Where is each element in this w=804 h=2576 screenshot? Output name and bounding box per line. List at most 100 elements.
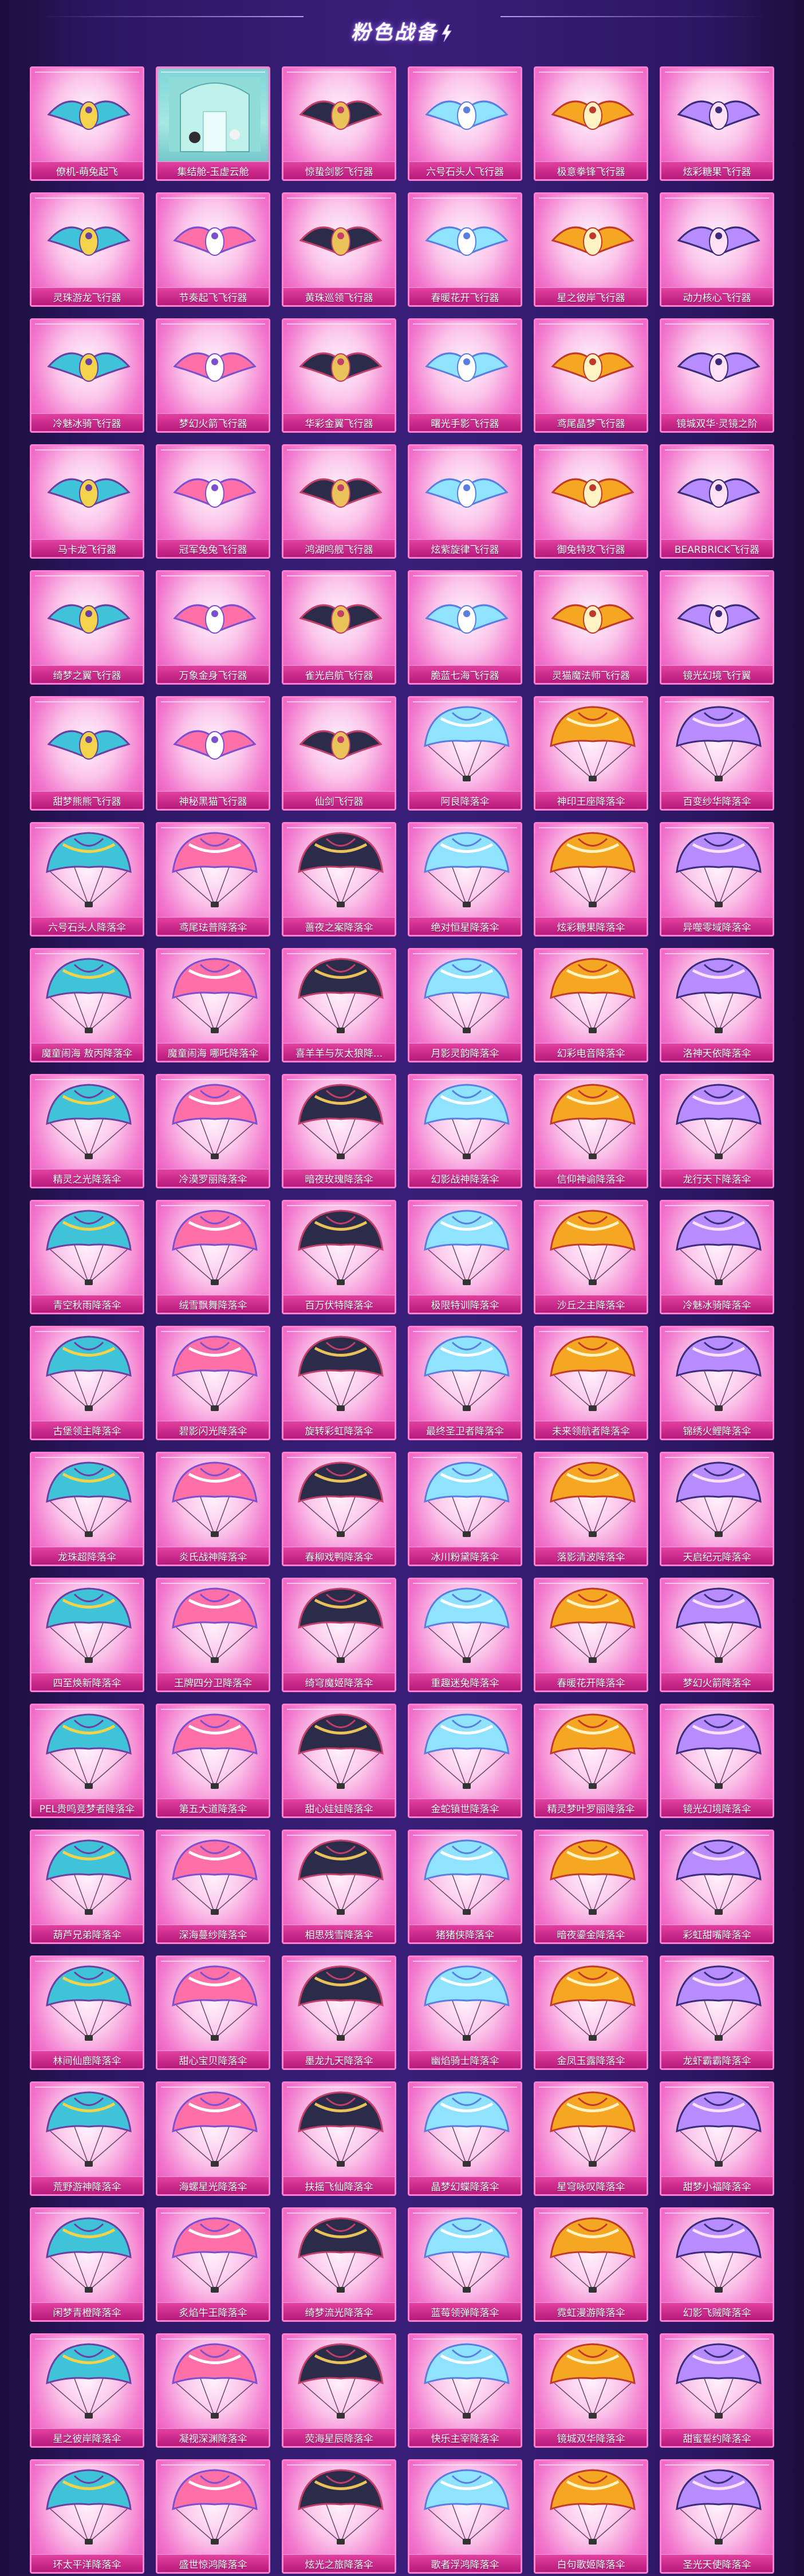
item-card[interactable]: 百变纱华降落伞: [660, 696, 774, 811]
item-card[interactable]: 古堡领主降落伞: [30, 1326, 144, 1440]
item-card[interactable]: 灵猫魔法师飞行器: [534, 570, 648, 685]
item-card[interactable]: 快乐主宰降落伞: [408, 2333, 522, 2448]
item-card[interactable]: 阿良降落伞: [408, 696, 522, 811]
item-card[interactable]: 暗夜鎏金降落伞: [534, 1830, 648, 1944]
item-card[interactable]: 冷漠罗丽降落伞: [156, 1074, 270, 1188]
item-card[interactable]: 锦绣火鲤降落伞: [660, 1326, 774, 1440]
item-card[interactable]: 绮梦之翼飞行器: [30, 570, 144, 685]
item-card[interactable]: PEL贵鸣竞梦者降落伞: [30, 1704, 144, 1818]
item-card[interactable]: 暗夜玫瑰降落伞: [282, 1074, 396, 1188]
item-card[interactable]: 绝对恒星降落伞: [408, 822, 522, 937]
item-card[interactable]: 春柳戏鸭降落伞: [282, 1452, 396, 1566]
item-card[interactable]: 动力核心飞行器: [660, 192, 774, 307]
item-card[interactable]: 神印王座降落伞: [534, 696, 648, 811]
item-card[interactable]: 甜蜜誓约降落伞: [660, 2333, 774, 2448]
item-card[interactable]: 龙行天下降落伞: [660, 1074, 774, 1188]
item-card[interactable]: 幻影战神降落伞: [408, 1074, 522, 1188]
item-card[interactable]: 霓虹漫游降落伞: [534, 2207, 648, 2322]
item-card[interactable]: 绮穹魔姬降落伞: [282, 1578, 396, 1692]
item-card[interactable]: 沙丘之主降落伞: [534, 1200, 648, 1314]
item-card[interactable]: 盛世惊鸿降落伞: [156, 2459, 270, 2574]
item-card[interactable]: 青空秋雨降落伞: [30, 1200, 144, 1314]
item-card[interactable]: 镜城双华降落伞: [534, 2333, 648, 2448]
item-card[interactable]: 梦幻火箭飞行器: [156, 318, 270, 433]
item-card[interactable]: 僚机-萌兔起飞: [30, 66, 144, 181]
item-card[interactable]: 梦幻火箭降落伞: [660, 1578, 774, 1692]
item-card[interactable]: 喜羊羊与灰太狼降...: [282, 948, 396, 1062]
item-card[interactable]: 彩虹甜嘴降落伞: [660, 1830, 774, 1944]
item-card[interactable]: 魔童闹海 哪吒降落伞: [156, 948, 270, 1062]
item-card[interactable]: 碧影闪光降落伞: [156, 1326, 270, 1440]
item-card[interactable]: 镜光幻境飞行翼: [660, 570, 774, 685]
item-card[interactable]: 荧海星辰降落伞: [282, 2333, 396, 2448]
item-card[interactable]: 炫彩糖果飞行器: [660, 66, 774, 181]
item-card[interactable]: BEARBRICK飞行器: [660, 444, 774, 559]
item-card[interactable]: 金凤玉露降落伞: [534, 1955, 648, 2070]
item-card[interactable]: 龙珠超降落伞: [30, 1452, 144, 1566]
item-card[interactable]: 深海蔓纱降落伞: [156, 1830, 270, 1944]
item-card[interactable]: 圣光天使降落伞: [660, 2459, 774, 2574]
item-card[interactable]: 凝视深渊降落伞: [156, 2333, 270, 2448]
item-card[interactable]: 蓝莓领弹降落伞: [408, 2207, 522, 2322]
item-card[interactable]: 扶摇飞仙降落伞: [282, 2081, 396, 2196]
item-card[interactable]: 灵珠游龙飞行器: [30, 192, 144, 307]
item-card[interactable]: 春暖花开降落伞: [534, 1578, 648, 1692]
item-card[interactable]: 精灵之光降落伞: [30, 1074, 144, 1188]
item-card[interactable]: 金蛇镇世降落伞: [408, 1704, 522, 1818]
item-card[interactable]: 绮梦流光降落伞: [282, 2207, 396, 2322]
item-card[interactable]: 冰川粉黛降落伞: [408, 1452, 522, 1566]
item-card[interactable]: 雀光启航飞行器: [282, 570, 396, 685]
item-card[interactable]: 御兔特攻飞行器: [534, 444, 648, 559]
item-card[interactable]: 极限特训降落伞: [408, 1200, 522, 1314]
item-card[interactable]: 脆蓝七海飞行器: [408, 570, 522, 685]
item-card[interactable]: 炎氏战神降落伞: [156, 1452, 270, 1566]
item-card[interactable]: 洛神天依降落伞: [660, 948, 774, 1062]
item-card[interactable]: 黄珠巡领飞行器: [282, 192, 396, 307]
item-card[interactable]: 冠军兔兔飞行器: [156, 444, 270, 559]
item-card[interactable]: 仙剑飞行器: [282, 696, 396, 811]
item-card[interactable]: 旋转彩虹降落伞: [282, 1326, 396, 1440]
item-card[interactable]: 异噬零域降落伞: [660, 822, 774, 937]
item-card[interactable]: 星之彼岸飞行器: [534, 192, 648, 307]
item-card[interactable]: 甜梦小福降落伞: [660, 2081, 774, 2196]
item-card[interactable]: 春暖花开飞行器: [408, 192, 522, 307]
item-card[interactable]: 集结舱-玉虚云舱: [156, 66, 270, 181]
item-card[interactable]: 龙虾霸霸降落伞: [660, 1955, 774, 2070]
item-card[interactable]: 葫芦兄弟降落伞: [30, 1830, 144, 1944]
item-card[interactable]: 月影灵韵降落伞: [408, 948, 522, 1062]
item-card[interactable]: 猪猪侠降落伞: [408, 1830, 522, 1944]
item-card[interactable]: 曙光手影飞行器: [408, 318, 522, 433]
item-card[interactable]: 万象金身飞行器: [156, 570, 270, 685]
item-card[interactable]: 甜梦熊熊飞行器: [30, 696, 144, 811]
item-card[interactable]: 天启纪元降落伞: [660, 1452, 774, 1566]
item-card[interactable]: 墨龙九天降落伞: [282, 1955, 396, 2070]
item-card[interactable]: 幻彩电音降落伞: [534, 948, 648, 1062]
item-card[interactable]: 鸢尾晶梦飞行器: [534, 318, 648, 433]
item-card[interactable]: 最终圣卫者降落伞: [408, 1326, 522, 1440]
item-card[interactable]: 马卡龙飞行器: [30, 444, 144, 559]
item-card[interactable]: 镜光幻境降落伞: [660, 1704, 774, 1818]
item-card[interactable]: 惊蛰剑影飞行器: [282, 66, 396, 181]
item-card[interactable]: 海螺星光降落伞: [156, 2081, 270, 2196]
item-card[interactable]: 幻影飞贼降落伞: [660, 2207, 774, 2322]
item-card[interactable]: 精灵梦叶罗丽降落伞: [534, 1704, 648, 1818]
item-card[interactable]: 信仰神谕降落伞: [534, 1074, 648, 1188]
item-card[interactable]: 魔童闹海 敖丙降落伞: [30, 948, 144, 1062]
item-card[interactable]: 四至焕新降落伞: [30, 1578, 144, 1692]
item-card[interactable]: 六号石头人飞行器: [408, 66, 522, 181]
item-card[interactable]: 镜城双华·灵镜之阶: [660, 318, 774, 433]
item-card[interactable]: 幽焰骑士降落伞: [408, 1955, 522, 2070]
item-card[interactable]: 鸢尾珐普降落伞: [156, 822, 270, 937]
item-card[interactable]: 林间仙鹿降落伞: [30, 1955, 144, 2070]
item-card[interactable]: 荒野游神降落伞: [30, 2081, 144, 2196]
item-card[interactable]: 炫光之旅降落伞: [282, 2459, 396, 2574]
item-card[interactable]: 甜心宝贝降落伞: [156, 1955, 270, 2070]
item-card[interactable]: 极意拳锋飞行器: [534, 66, 648, 181]
item-card[interactable]: 第五大道降落伞: [156, 1704, 270, 1818]
item-card[interactable]: 星穹咏叹降落伞: [534, 2081, 648, 2196]
item-card[interactable]: 冷魅冰骑降落伞: [660, 1200, 774, 1314]
item-card[interactable]: 蔷夜之案降落伞: [282, 822, 396, 937]
item-card[interactable]: 华彩金翼飞行器: [282, 318, 396, 433]
item-card[interactable]: 晶梦幻蝶降落伞: [408, 2081, 522, 2196]
item-card[interactable]: 节奏起飞飞行器: [156, 192, 270, 307]
